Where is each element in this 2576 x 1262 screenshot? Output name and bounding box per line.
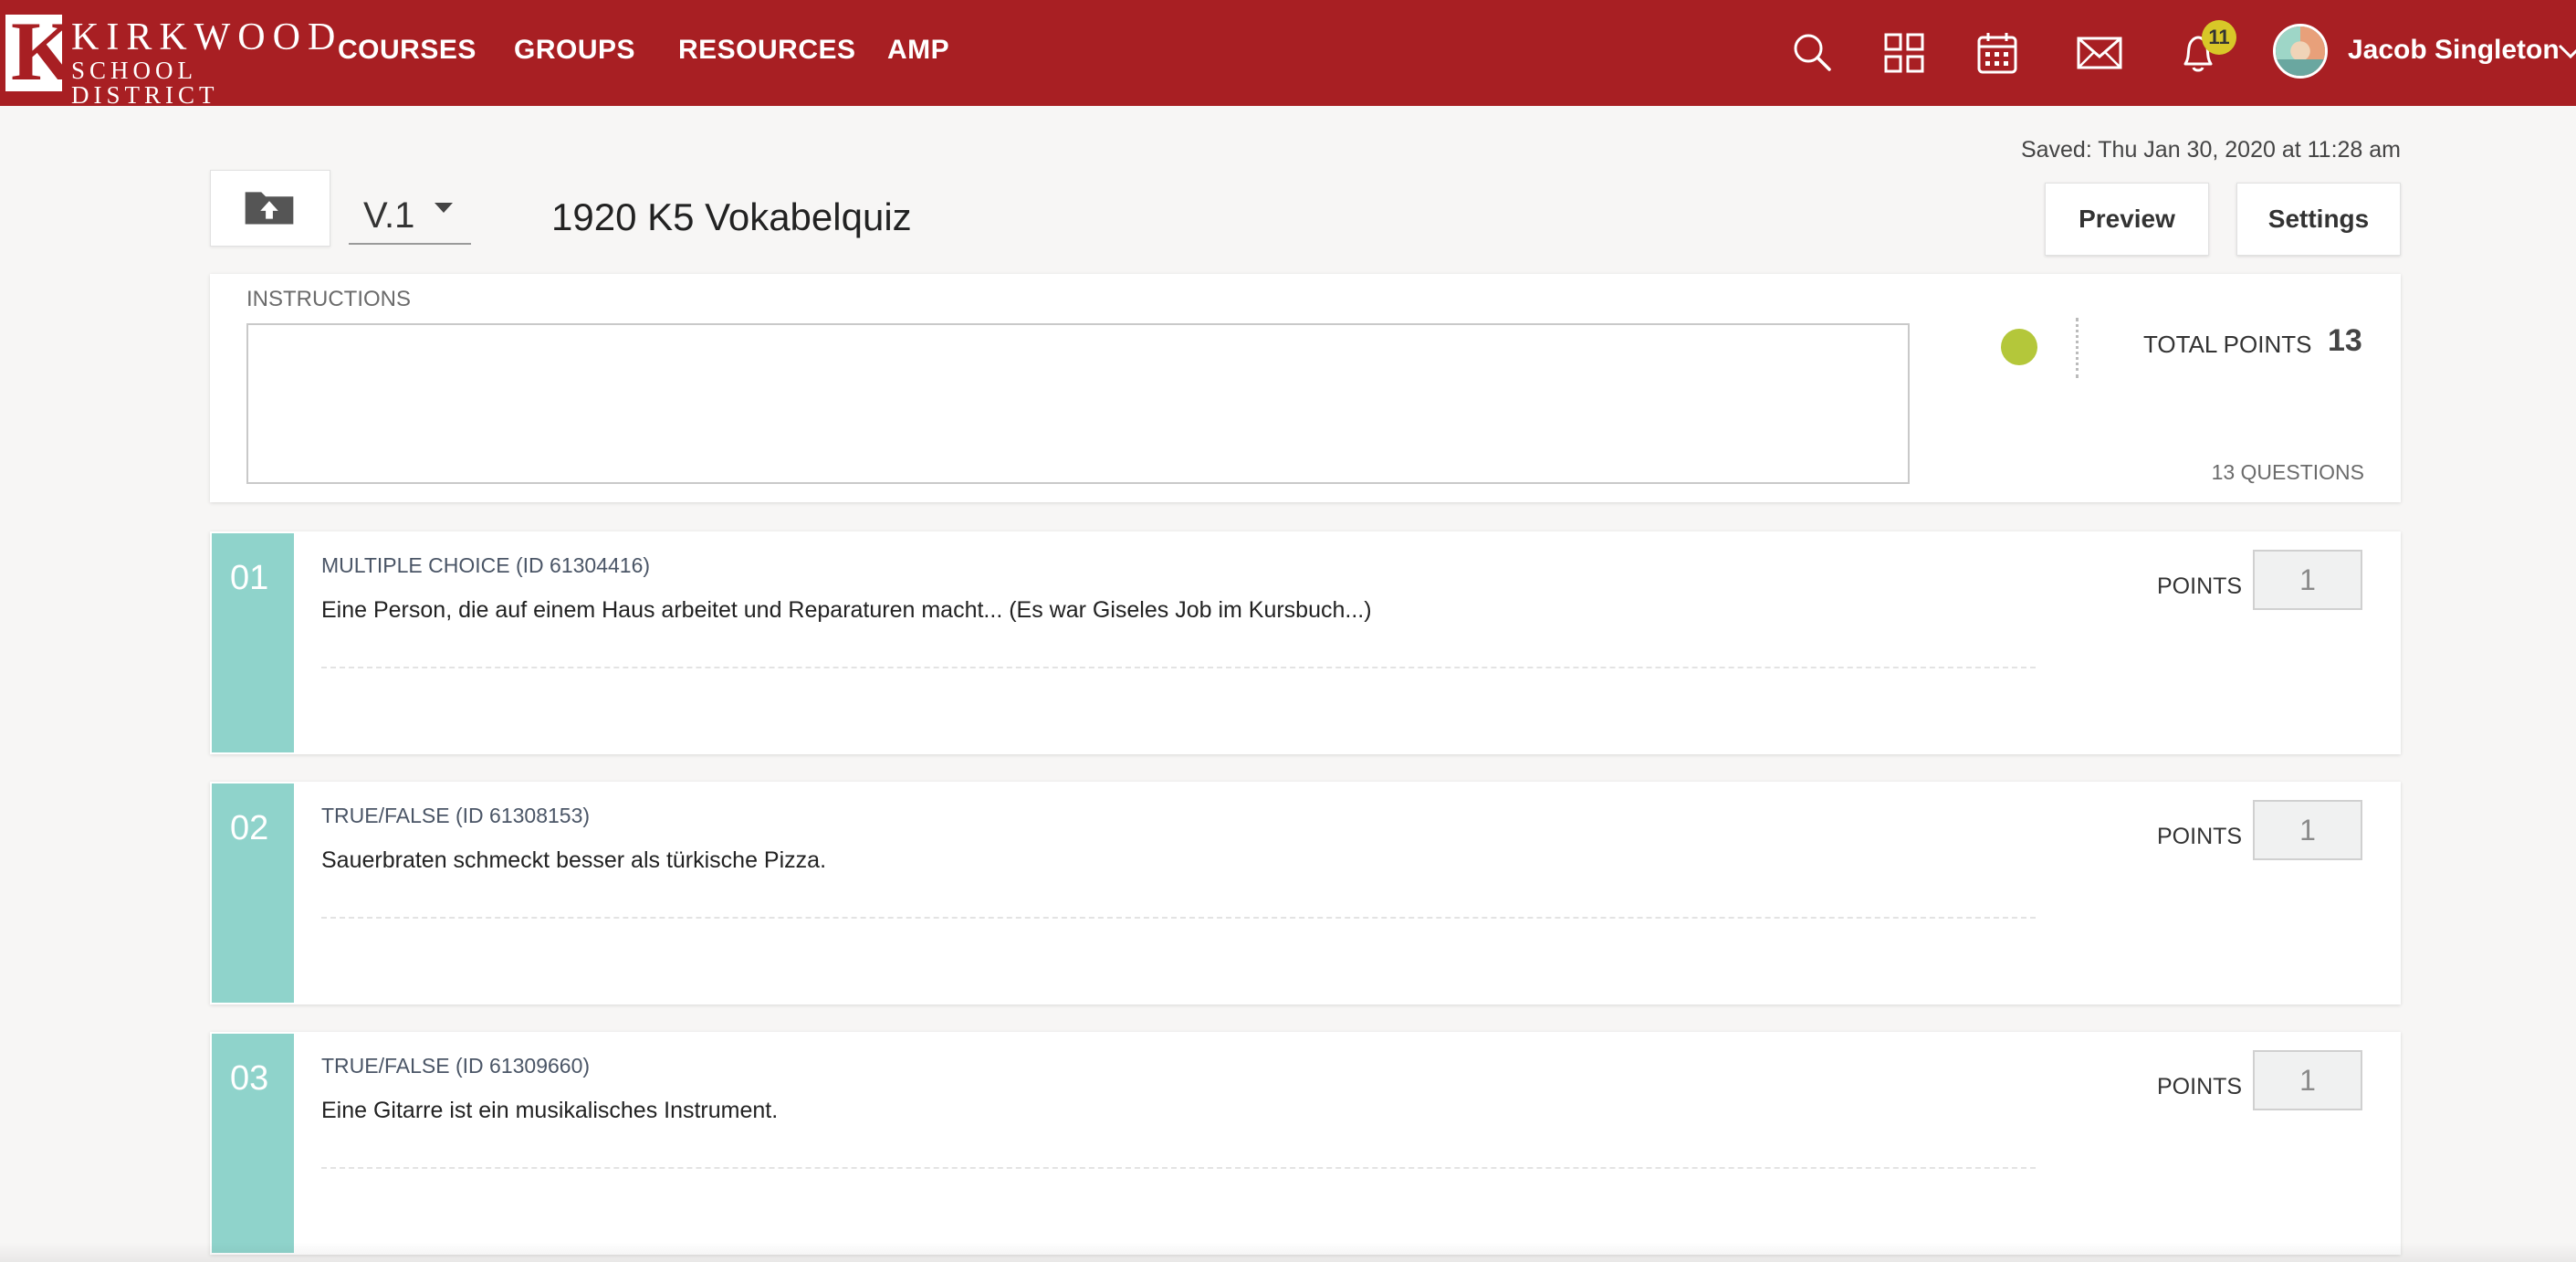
answer-divider	[321, 917, 2036, 919]
nav-amp[interactable]: AMP	[887, 35, 949, 66]
question-count: 13 QUESTIONS	[2211, 460, 2364, 484]
version-select[interactable]: V.1	[349, 188, 471, 245]
nav-groups[interactable]: GROUPS	[514, 35, 635, 66]
folder-upload-icon	[245, 192, 294, 225]
apps-grid-icon[interactable]	[1879, 27, 1930, 79]
logo-text-line2: SCHOOL DISTRICT	[71, 57, 219, 109]
user-name[interactable]: Jacob Singleton	[2348, 35, 2560, 66]
caret-down-icon	[435, 203, 453, 213]
search-icon[interactable]	[1787, 27, 1838, 79]
points-label: POINTS	[2157, 824, 2243, 849]
preview-button[interactable]: Preview	[2045, 183, 2209, 256]
divider	[2076, 318, 2079, 378]
question-number: 01	[212, 533, 294, 752]
question-text[interactable]: Sauerbraten schmeckt besser als türkisch…	[321, 847, 826, 874]
settings-button[interactable]: Settings	[2236, 183, 2401, 256]
calendar-icon[interactable]	[1972, 27, 2023, 79]
move-to-folder-button[interactable]	[210, 170, 330, 247]
instructions-input[interactable]	[246, 323, 1910, 484]
instructions-card: INSTRUCTIONS TOTAL POINTS 13 13 QUESTION…	[210, 274, 2401, 502]
question-type: MULTIPLE CHOICE (ID 61304416)	[321, 553, 651, 577]
logo-text-line1: KIRKWOOD	[71, 16, 343, 58]
points-label: POINTS	[2157, 573, 2243, 599]
answer-divider	[321, 1167, 2036, 1169]
instructions-label: INSTRUCTIONS	[246, 287, 411, 311]
saved-timestamp: Saved: Thu Jan 30, 2020 at 11:28 am	[2020, 137, 2401, 163]
notification-count-badge[interactable]: 11	[2202, 20, 2236, 55]
logo-mark: K	[5, 9, 77, 93]
question-text[interactable]: Eine Person, die auf einem Haus arbeitet…	[321, 597, 1372, 624]
points-label: POINTS	[2157, 1074, 2243, 1099]
top-navigation-bar: K KIRKWOOD SCHOOL DISTRICT COURSES GROUP…	[0, 0, 2576, 108]
question-card[interactable]: 02 TRUE/FALSE (ID 61308153) Sauerbraten …	[210, 782, 2401, 1004]
points-input[interactable]: 1	[2253, 800, 2362, 860]
points-input[interactable]: 1	[2253, 550, 2362, 610]
version-label: V.1	[363, 195, 415, 236]
nav-courses[interactable]: COURSES	[338, 35, 476, 66]
total-points-label: TOTAL POINTS	[2143, 331, 2312, 358]
user-avatar[interactable]	[2273, 24, 2328, 79]
kirkwood-logo[interactable]: K KIRKWOOD SCHOOL DISTRICT	[0, 9, 335, 108]
question-number: 03	[212, 1034, 294, 1253]
scroll-shadow	[0, 1242, 2576, 1262]
quiz-title[interactable]: 1920 K5 Vokabelquiz	[551, 195, 912, 239]
answer-divider	[321, 667, 2036, 668]
question-card[interactable]: 03 TRUE/FALSE (ID 61309660) Eine Gitarre…	[210, 1032, 2401, 1255]
mail-icon[interactable]	[2074, 27, 2125, 79]
question-text[interactable]: Eine Gitarre ist ein musikalisches Instr…	[321, 1098, 778, 1124]
status-indicator	[2001, 329, 2037, 365]
chevron-down-icon[interactable]	[2558, 37, 2576, 64]
points-input[interactable]: 1	[2253, 1050, 2362, 1110]
nav-resources[interactable]: RESOURCES	[678, 35, 856, 66]
question-type: TRUE/FALSE (ID 61308153)	[321, 804, 591, 827]
question-type: TRUE/FALSE (ID 61309660)	[321, 1054, 591, 1078]
question-number: 02	[212, 783, 294, 1003]
total-points-value: 13	[2328, 323, 2362, 358]
question-card[interactable]: 01 MULTIPLE CHOICE (ID 61304416) Eine Pe…	[210, 531, 2401, 754]
